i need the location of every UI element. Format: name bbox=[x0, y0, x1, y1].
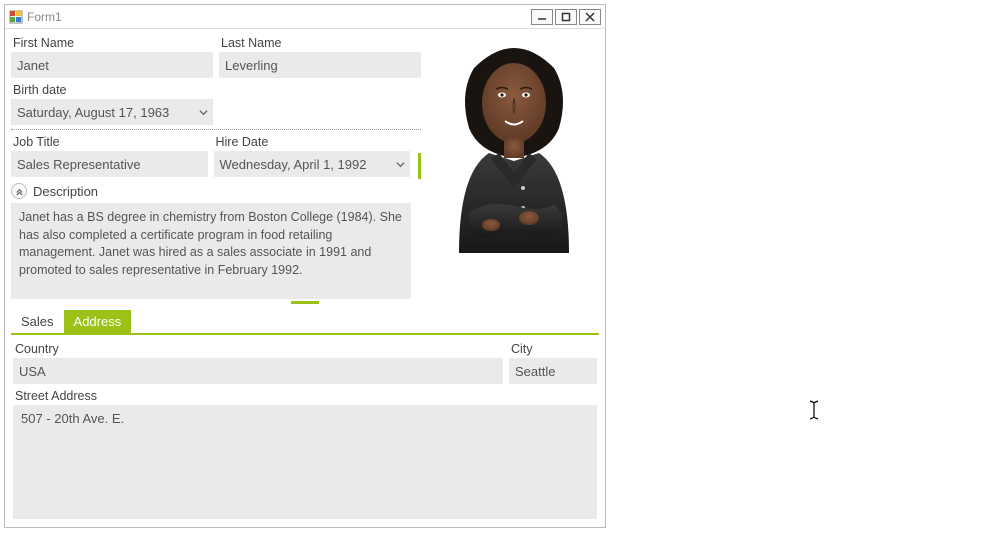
window-title: Form1 bbox=[27, 10, 62, 24]
close-button[interactable] bbox=[579, 9, 601, 25]
tab-sales[interactable]: Sales bbox=[11, 310, 64, 333]
tab-content-address: Country USA City Seattle Street Address … bbox=[11, 335, 599, 523]
chevron-down-icon bbox=[193, 99, 213, 125]
description-label: Description bbox=[33, 184, 98, 199]
country-label: Country bbox=[13, 339, 503, 358]
accent-bar bbox=[418, 153, 421, 179]
maximize-button[interactable] bbox=[555, 9, 577, 25]
hire-date-value: Wednesday, April 1, 1992 bbox=[220, 157, 367, 172]
form-window: Form1 First Name Janet Last Name L bbox=[4, 4, 606, 528]
birth-date-label: Birth date bbox=[11, 80, 213, 99]
chevron-down-icon bbox=[390, 151, 410, 177]
last-name-input[interactable]: Leverling bbox=[219, 52, 421, 78]
app-icon bbox=[9, 10, 23, 24]
content-area: First Name Janet Last Name Leverling Bir… bbox=[5, 29, 605, 527]
job-title-label: Job Title bbox=[11, 132, 208, 151]
collapse-button[interactable] bbox=[11, 183, 27, 199]
text-cursor-icon bbox=[808, 400, 820, 426]
city-label: City bbox=[509, 339, 597, 358]
job-title-input[interactable]: Sales Representative bbox=[11, 151, 208, 177]
tab-strip: Sales Address bbox=[11, 310, 599, 335]
titlebar: Form1 bbox=[5, 5, 605, 29]
splitter-handle[interactable] bbox=[291, 301, 319, 304]
hire-date-label: Hire Date bbox=[214, 132, 411, 151]
minimize-button[interactable] bbox=[531, 9, 553, 25]
street-label: Street Address bbox=[13, 386, 597, 405]
birth-date-dropdown[interactable]: Saturday, August 17, 1963 bbox=[11, 99, 213, 125]
first-name-input[interactable]: Janet bbox=[11, 52, 213, 78]
last-name-label: Last Name bbox=[219, 33, 421, 52]
separator bbox=[11, 129, 421, 130]
tab-address[interactable]: Address bbox=[64, 310, 132, 333]
street-textarea[interactable]: 507 - 20th Ave. E. bbox=[13, 405, 597, 519]
country-input[interactable]: USA bbox=[13, 358, 503, 384]
description-textarea[interactable]: Janet has a BS degree in chemistry from … bbox=[11, 203, 411, 299]
birth-date-value: Saturday, August 17, 1963 bbox=[17, 105, 169, 120]
city-input[interactable]: Seattle bbox=[509, 358, 597, 384]
hire-date-dropdown[interactable]: Wednesday, April 1, 1992 bbox=[214, 151, 411, 177]
first-name-label: First Name bbox=[11, 33, 213, 52]
employee-photo bbox=[429, 33, 599, 253]
